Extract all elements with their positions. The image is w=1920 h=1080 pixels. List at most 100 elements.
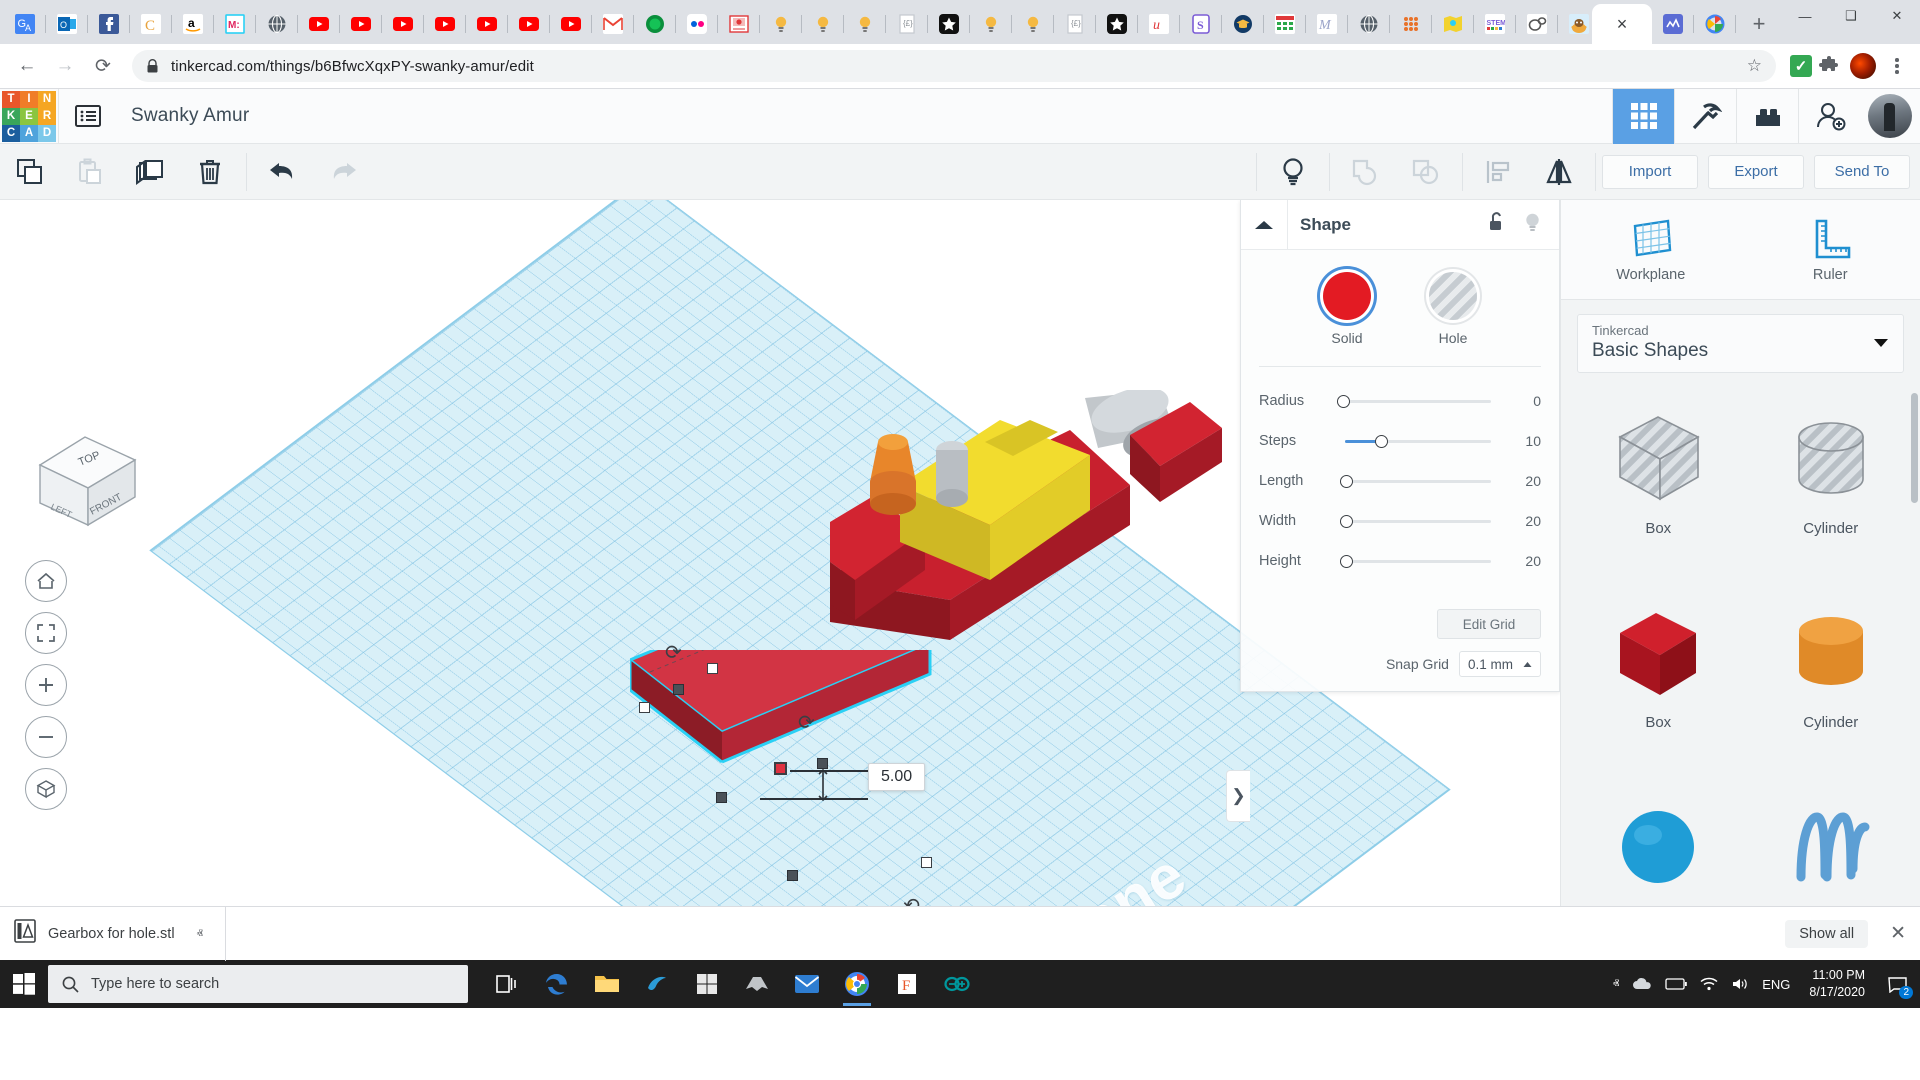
goo-tab[interactable] [1516,4,1558,44]
blocks-view-button[interactable] [1736,88,1798,144]
flickr-tab[interactable] [676,4,718,44]
green-circle-tab[interactable] [634,4,676,44]
slider-track-length[interactable] [1337,471,1505,491]
workplane-tool[interactable]: Workplane [1561,200,1741,299]
tray-chevron-icon[interactable]: ⱏ [1613,976,1619,992]
lightbulb-tab-1[interactable] [760,4,802,44]
rotate-arrow-icon-3[interactable]: ⟲ [903,893,920,906]
youtube-tab-4[interactable] [424,4,466,44]
google-tab-right[interactable] [1694,4,1736,44]
file-explorer-button[interactable] [582,960,632,1008]
volume-icon[interactable] [1731,977,1749,991]
edge-taskbar-button[interactable] [532,960,582,1008]
unlock-icon[interactable] [1488,212,1506,237]
page-title[interactable]: Swanky Amur [131,105,249,127]
slider-knob-width[interactable] [1340,514,1354,528]
duplicate-button[interactable] [120,144,180,200]
shape-handle-corner-top[interactable] [707,663,718,674]
check-extension-icon[interactable]: ✓ [1790,55,1812,77]
thingiverse-tab[interactable] [1390,4,1432,44]
keyboard-language-label[interactable]: ENG [1762,977,1790,992]
align-button[interactable] [1469,144,1529,200]
bookmark-star-icon[interactable]: ☆ [1747,56,1762,76]
map-tab[interactable] [1432,4,1474,44]
chegg-tab[interactable]: C [130,4,172,44]
google-translate-tab[interactable]: GA [4,4,46,44]
close-icon[interactable]: × [1617,15,1628,33]
shape-item-hole-box[interactable]: Box [1577,397,1740,585]
ruler-tool[interactable]: Ruler [1741,200,1920,299]
hole-swatch[interactable] [1429,272,1477,320]
amazon-tab[interactable]: a [172,4,214,44]
fit-view-button[interactable] [25,612,67,654]
shape-handle-height-red[interactable] [774,762,787,775]
sketchup-tab[interactable]: S [1180,4,1222,44]
project-menu-button[interactable] [59,89,117,144]
youtube-tab-6[interactable] [508,4,550,44]
udemy-tab[interactable]: u [1138,4,1180,44]
shape-handle-corner-left[interactable] [639,702,650,713]
lightbulb-tab-5[interactable] [1012,4,1054,44]
slider-track-steps[interactable] [1337,431,1505,451]
shape-handle-black-3[interactable] [716,792,727,803]
perspective-toggle-button[interactable] [25,768,67,810]
copy-button[interactable] [0,144,60,200]
avatar[interactable] [1868,94,1912,138]
snap-grid-select[interactable]: 0.1 mm [1458,651,1541,677]
invite-people-button[interactable] [1798,88,1860,144]
slider-knob-length[interactable] [1340,474,1354,488]
lightbulb-icon[interactable] [1524,212,1541,238]
zoom-in-button[interactable] [25,664,67,706]
shape-handle-black-1[interactable] [673,684,684,695]
document-tab-1[interactable]: {£} [886,4,928,44]
shape-handle-black-4[interactable] [787,870,798,881]
slider-track-width[interactable] [1337,511,1505,531]
puzzle-extension-icon[interactable] [1816,53,1842,79]
zoom-out-button[interactable] [25,716,67,758]
active-tab[interactable]: × [1592,4,1652,44]
undo-button[interactable] [253,144,313,200]
three-dot-menu-icon[interactable] [1884,58,1910,74]
light-button[interactable] [1263,144,1323,200]
youtube-tab-3[interactable] [382,4,424,44]
youtube-tab-5[interactable] [466,4,508,44]
tinkercad-tab-1[interactable] [1558,4,1590,44]
dimension-value-field[interactable]: 5.00 [868,763,926,791]
show-all-downloads-button[interactable]: Show all [1785,919,1869,948]
solid-mode-option[interactable]: Solid [1323,272,1371,346]
instructables-tab[interactable] [718,4,760,44]
m-tab[interactable]: M: [214,4,256,44]
youtube-tab-2[interactable] [340,4,382,44]
download-menu-caret-icon[interactable]: ⱏ [197,926,203,942]
taskbar-clock[interactable]: 11:00 PM 8/17/2020 [1803,967,1871,1001]
stem-tab[interactable]: STEM [1474,4,1516,44]
armoury-crate-button[interactable] [732,960,782,1008]
battery-icon[interactable] [1665,978,1688,990]
chevron-down-icon[interactable] [1873,335,1889,353]
youtube-tab-1[interactable] [298,4,340,44]
maximize-button[interactable]: ❑ [1828,0,1874,32]
edit-grid-button[interactable]: Edit Grid [1437,609,1541,639]
reload-button[interactable]: ⟳ [86,49,120,83]
graduation-tab[interactable] [1222,4,1264,44]
shape-item-solid-sphere[interactable]: Sphere [1577,785,1740,906]
chrome-button[interactable] [832,960,882,1008]
wifi-icon[interactable] [1700,977,1718,991]
document-tab-2[interactable]: {£} [1054,4,1096,44]
import-button[interactable]: Import [1602,154,1698,189]
collapse-panel-button[interactable]: ❯ [1226,770,1250,822]
design-view-button[interactable] [1612,88,1674,144]
minimize-button[interactable]: — [1782,0,1828,32]
profile-avatar[interactable] [1850,53,1876,79]
tinkercad-tab-active-right[interactable] [1652,4,1694,44]
slider-knob-steps[interactable] [1375,434,1389,448]
microsoft-store-button[interactable] [682,960,732,1008]
lightbulb-tab-3[interactable] [844,4,886,44]
collapse-triangle-icon[interactable] [1241,200,1287,250]
notification-center-button[interactable]: 2 [1884,971,1913,999]
slider-knob-height[interactable] [1340,554,1354,568]
new-tab-button[interactable]: + [1742,7,1776,41]
calendar-tab[interactable] [1264,4,1306,44]
shape-item-scribble[interactable]: Scribble [1750,785,1913,906]
lightbulb-tab-4[interactable] [970,4,1012,44]
